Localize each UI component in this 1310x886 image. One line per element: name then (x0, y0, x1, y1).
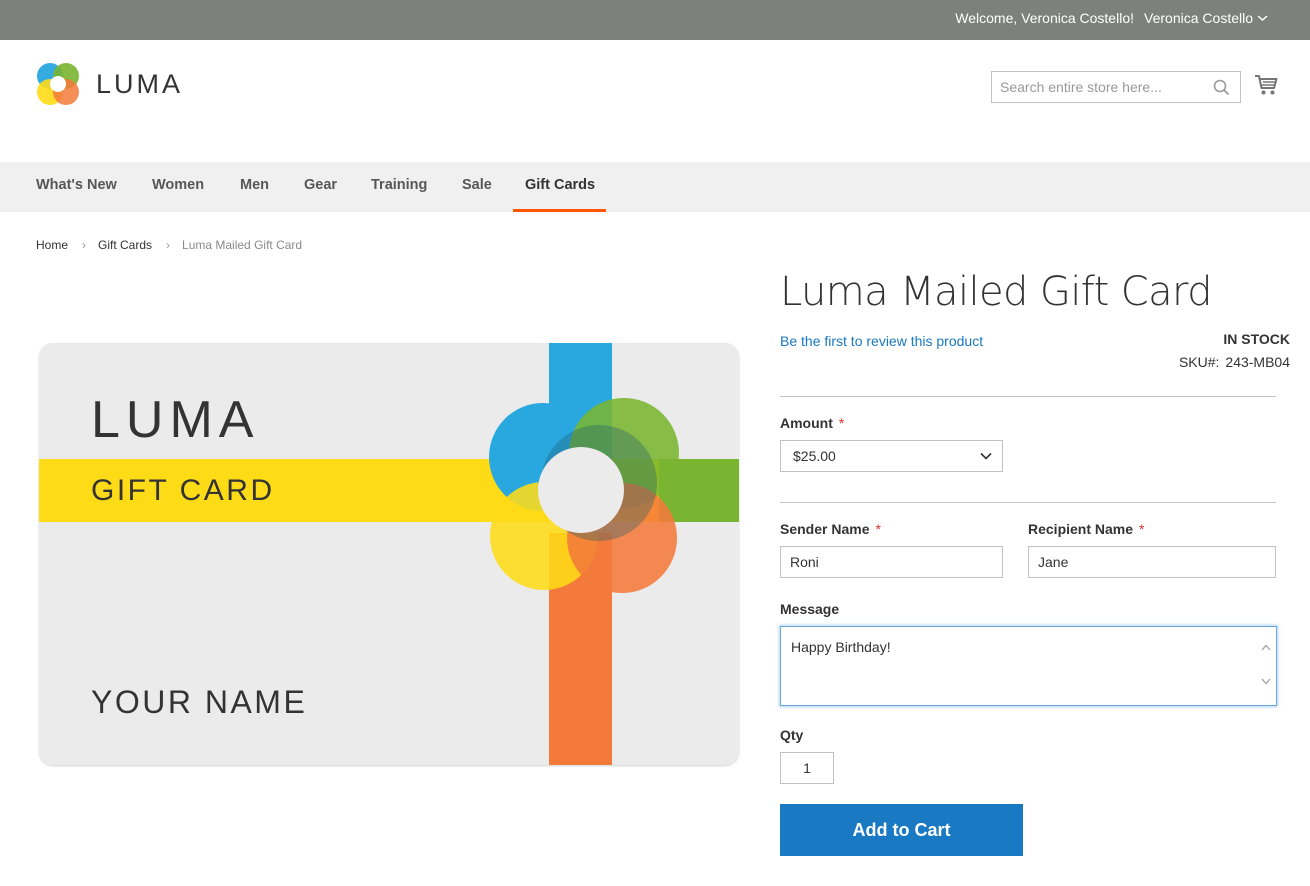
qty-label: Qty (780, 727, 804, 743)
amount-selected-value: $25.00 (793, 448, 836, 464)
account-name: Veronica Costello (1144, 10, 1253, 26)
logo-text: LUMA (96, 68, 184, 99)
breadcrumb-current: Luma Mailed Gift Card (182, 238, 303, 252)
recipient-label: Recipient Name * (1028, 521, 1145, 537)
divider (780, 396, 1276, 397)
card-subtitle: GIFT CARD (91, 474, 275, 507)
product-title: Luma Mailed Gift Card (780, 269, 1213, 315)
required-mark: * (1139, 521, 1145, 537)
card-brand: LUMA (91, 391, 259, 449)
breadcrumb: Home › Gift Cards › Luma Mailed Gift Car… (36, 238, 302, 252)
required-mark: * (838, 415, 845, 431)
nav-item-training[interactable]: Training (371, 162, 427, 212)
nav-item-sale[interactable]: Sale (462, 162, 492, 212)
nav-item-whats-new[interactable]: What's New (36, 162, 117, 212)
required-mark: * (875, 521, 881, 537)
account-menu[interactable]: Veronica Costello (1144, 10, 1268, 26)
main-navigation: What's New Women Men Gear Training Sale … (0, 162, 1310, 212)
nav-active-indicator (513, 209, 606, 212)
breadcrumb-gift-cards[interactable]: Gift Cards (98, 238, 152, 252)
sku: SKU#: 243-MB04 (1179, 354, 1290, 370)
scroll-up-icon[interactable] (1261, 644, 1271, 651)
card-name-line: YOUR NAME (91, 684, 307, 720)
gift-card-illustration: LUMA GIFT CARD YOUR NAME (39, 343, 739, 765)
sender-label-text: Sender Name (780, 521, 870, 537)
stock-status: IN STOCK (1223, 331, 1290, 347)
amount-label: Amount * (780, 415, 844, 431)
top-bar: Welcome, Veronica Costello! Veronica Cos… (0, 0, 1310, 40)
chevron-down-icon (1257, 15, 1268, 22)
sku-value: 243-MB04 (1225, 354, 1290, 370)
site-logo[interactable]: LUMA (36, 62, 183, 106)
sku-label: SKU#: (1178, 354, 1220, 370)
luma-logo-icon (37, 63, 79, 105)
nav-item-gear[interactable]: Gear (304, 162, 337, 212)
nav-item-women[interactable]: Women (152, 162, 204, 212)
qty-field[interactable] (780, 752, 834, 784)
breadcrumb-separator-icon: › (166, 238, 171, 252)
message-label: Message (780, 601, 840, 617)
message-field[interactable]: Happy Birthday! (780, 626, 1277, 706)
amount-label-text: Amount (780, 415, 833, 431)
product-image[interactable]: LUMA GIFT CARD YOUR NAME (39, 343, 739, 765)
amount-select[interactable]: $25.00 (780, 440, 1003, 472)
review-link[interactable]: Be the first to review this product (780, 333, 983, 349)
scroll-down-icon[interactable] (1261, 678, 1271, 685)
welcome-message: Welcome, Veronica Costello! (955, 10, 1134, 26)
divider (780, 502, 1276, 503)
add-to-cart-button[interactable]: Add to Cart (780, 804, 1023, 856)
chevron-down-icon (980, 452, 992, 460)
breadcrumb-home[interactable]: Home (36, 238, 68, 252)
recipient-name-field[interactable] (1028, 546, 1276, 578)
recipient-label-text: Recipient Name (1028, 521, 1134, 537)
breadcrumb-separator-icon: › (82, 238, 87, 252)
search-box (991, 71, 1241, 103)
flower-emblem (489, 398, 679, 593)
search-input[interactable] (992, 72, 1202, 102)
sender-name-field[interactable] (780, 546, 1003, 578)
sender-label: Sender Name * (780, 521, 881, 537)
nav-item-gift-cards[interactable]: Gift Cards (525, 162, 595, 212)
cart-icon[interactable] (1254, 74, 1278, 96)
nav-item-men[interactable]: Men (240, 162, 269, 212)
search-icon[interactable] (1213, 79, 1230, 96)
